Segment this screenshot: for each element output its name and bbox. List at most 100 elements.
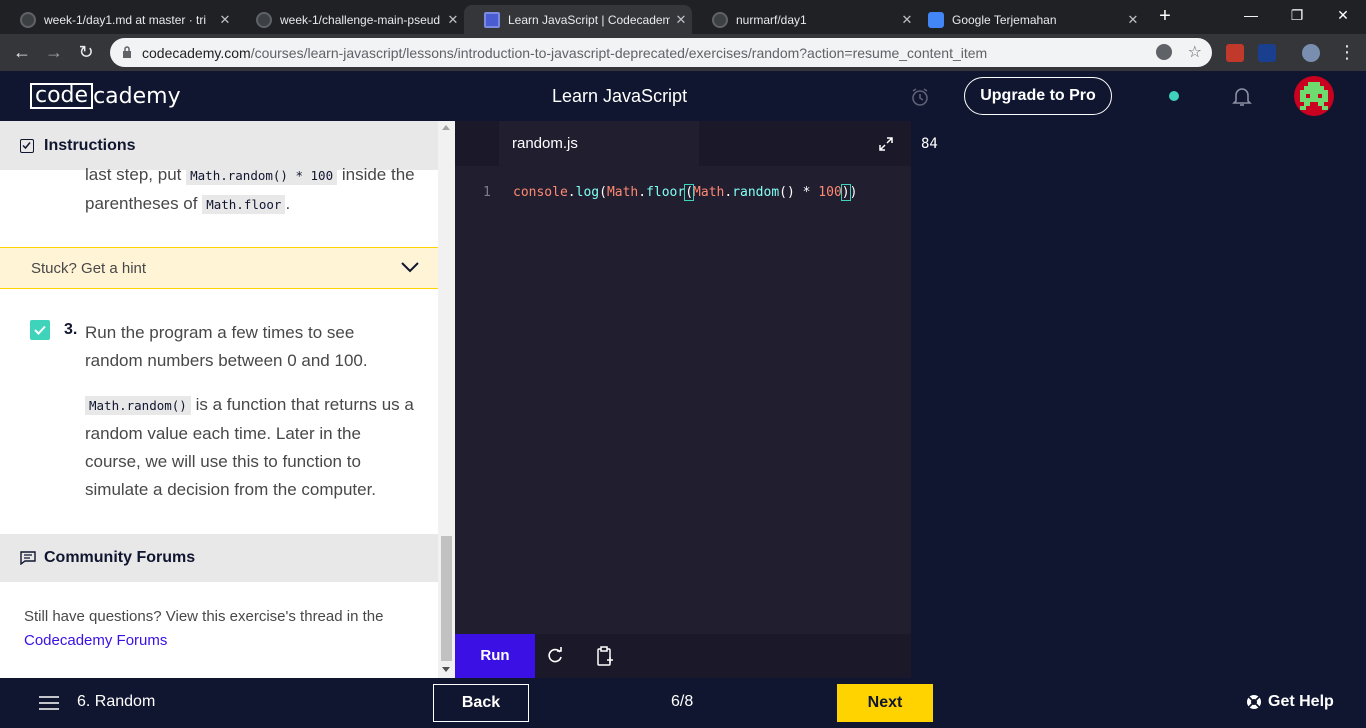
minimize-button[interactable]: — [1228,0,1274,30]
browser-tab-2[interactable]: week-1/challenge-main-pseud ✕ [236,5,464,34]
reload-icon[interactable]: ↻ [74,41,98,65]
file-tab-random-js[interactable]: random.js [499,121,699,166]
browser-tab-4[interactable]: nurmarf/day1 ✕ [692,5,918,34]
codecademy-logo[interactable]: code cademy [30,83,181,109]
get-help-label: Get Help [1268,693,1334,710]
codecademy-icon [484,11,500,28]
close-tab-icon[interactable]: ✕ [1122,12,1144,28]
github-icon [712,11,728,28]
code-token: floor [646,185,686,200]
bookmark-star-icon[interactable]: ☆ [1188,42,1202,62]
code-token: . [567,185,576,200]
forums-title: Community Forums [44,549,196,566]
close-tab-icon[interactable]: ✕ [442,12,464,28]
checklist-icon [20,138,34,153]
editor-toolbar: Run [455,634,911,678]
notification-bell-icon[interactable] [1231,85,1253,107]
copy-to-clipboard-icon[interactable] [595,645,615,667]
github-icon [20,11,36,28]
hint-label: Stuck? Get a hint [31,259,147,277]
run-button[interactable]: Run [455,634,535,678]
lesson-footer: 6. Random Back 6/8 Next Get Help [0,678,1366,728]
chat-bubble-icon [20,551,36,565]
code-token: . [724,185,733,200]
status-dot [1169,91,1179,101]
step-2-text-part: . [285,194,291,213]
code-line[interactable]: console.log(Math.floor(Math.random() * 1… [513,184,857,201]
back-arrow-icon[interactable]: ← [10,41,34,65]
scrollbar-thumb[interactable] [441,536,452,661]
lesson-name[interactable]: 6. Random [77,693,155,711]
lock-icon [123,46,131,58]
new-tab-button[interactable]: + [1154,6,1176,28]
browser-toolbar: ← → ↻ codecademy.com/courses/learn-javas… [0,34,1366,71]
site-settings-icon[interactable] [1156,44,1172,60]
app-header: code cademy Learn JavaScript Upgrade to P… [0,71,1366,121]
editor-tab-bar: random.js [455,121,911,166]
browser-tab-5[interactable]: Google Terjemahan ✕ [918,5,1144,34]
step-3-detail: Math.random() is a function that returns… [85,391,415,504]
step-2-text: last step, put Math.random() * 100 insid… [85,161,415,219]
console-output: 84 [921,136,938,152]
next-button[interactable]: Next [837,684,933,722]
scroll-down-arrow[interactable] [442,667,450,672]
chevron-down-icon [401,262,419,273]
reset-icon[interactable] [546,647,564,665]
github-icon [256,11,272,28]
code-token: log [575,185,600,200]
progress-indicator: 6/8 [671,693,694,710]
alarm-clock-icon[interactable] [910,87,930,107]
code-snippet: Math.random() [85,396,191,415]
close-tab-icon[interactable]: ✕ [896,12,918,28]
tab-title: week-1/challenge-main-pseud [280,12,441,27]
logo-cademy: cademy [93,83,181,109]
forums-link[interactable]: Codecademy Forums [24,632,167,649]
code-token: ) [840,184,851,201]
google-translate-icon [928,11,944,28]
forward-arrow-icon[interactable]: → [42,41,66,65]
step-2-text-part: last step, put [85,165,187,184]
forums-text-body: Still have questions? View this exercise… [24,608,384,625]
tab-title: nurmarf/day1 [736,12,807,27]
close-tab-icon[interactable]: ✕ [670,12,692,28]
instructions-title: Instructions [44,136,136,154]
forums-text: Still have questions? View this exercise… [24,605,424,653]
instructions-panel: Instructions last step, put Math.random(… [0,121,455,678]
address-bar[interactable]: codecademy.com/courses/learn-javascript/… [110,38,1212,67]
step-3-text: Run the program a few times to see rando… [85,323,368,370]
code-token: () * [779,185,819,200]
pdf-extension-icon[interactable] [1226,44,1244,62]
url-path: /courses/learn-javascript/lessons/introd… [250,44,988,61]
code-token: Math [693,185,725,200]
browser-menu-icon[interactable]: ⋮ [1335,41,1359,65]
profile-avatar-icon[interactable] [1302,44,1320,62]
browser-tab-1[interactable]: week-1/day1.md at master · tri ✕ [0,5,236,34]
community-forums-header: Community Forums [0,534,438,582]
hint-toggle[interactable]: Stuck? Get a hint [0,247,438,289]
task-complete-checkbox[interactable] [30,320,50,340]
back-button[interactable]: Back [433,684,529,722]
close-tab-icon[interactable]: ✕ [214,12,236,28]
step-number: 3. [64,321,78,338]
close-window-button[interactable]: ✕ [1320,0,1366,30]
output-panel: 84 [911,121,1366,678]
user-avatar[interactable] [1294,76,1334,116]
hamburger-menu-icon[interactable] [39,696,59,710]
get-help-button[interactable]: Get Help [1246,693,1334,711]
browser-tab-bar: week-1/day1.md at master · tri ✕ week-1/… [0,0,1366,34]
browser-tab-3[interactable]: Learn JavaScript | Codecademy ✕ [464,5,692,34]
logo-code: code [30,83,94,109]
lifebuoy-icon [1247,695,1261,709]
code-token: 100 [818,185,842,200]
upgrade-to-pro-button[interactable]: Upgrade to Pro [964,77,1112,115]
restore-button[interactable]: ❐ [1274,0,1320,30]
code-token: . [638,185,647,200]
line-number: 1 [483,185,491,200]
code-editor: random.js 1 console.log(Math.floor(Math.… [455,121,911,678]
code-token: ( [684,184,695,201]
scroll-up-arrow[interactable] [442,125,450,130]
code-token: random [732,185,780,200]
expand-icon[interactable] [878,136,894,152]
extension-icon[interactable] [1258,44,1276,62]
avatar-pixel-icon [1300,82,1328,110]
